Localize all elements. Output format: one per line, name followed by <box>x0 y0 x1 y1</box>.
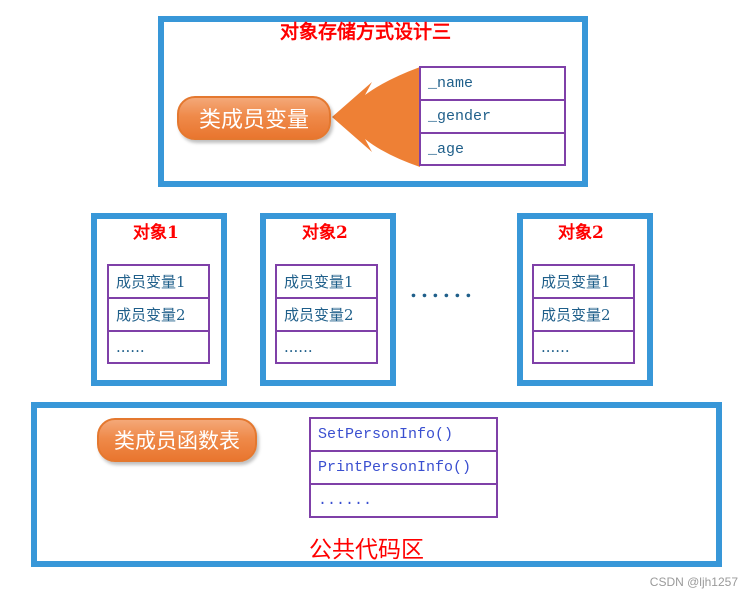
object-row: ...... <box>116 338 145 356</box>
object-row: 成员变量1 <box>109 266 208 299</box>
object-table-3: 成员变量1 成员变量2 ...... <box>532 264 635 364</box>
objects-ellipsis: ...... <box>410 278 476 302</box>
function-row: SetPersonInfo() <box>311 419 496 452</box>
object-table-1: 成员变量1 成员变量2 ...... <box>107 264 210 364</box>
object-row: 成员变量2 <box>109 299 208 332</box>
object-row: ...... <box>541 338 570 356</box>
member-row: _gender <box>421 101 564 134</box>
member-variables-label: 类成员变量 <box>177 96 331 140</box>
member-arrow-shape <box>332 67 420 167</box>
member-functions-label: 类成员函数表 <box>97 418 257 462</box>
watermark: CSDN @ljh1257 <box>649 575 738 589</box>
function-row: PrintPersonInfo() <box>311 452 496 485</box>
object-title-3: 对象2 <box>558 223 604 243</box>
object-row: 成员变量2 <box>534 299 633 332</box>
object-title-1: 对象1 <box>133 223 179 243</box>
object-row: ...... <box>284 338 313 356</box>
function-table: SetPersonInfo() PrintPersonInfo() ...... <box>309 417 498 518</box>
object-row: 成员变量1 <box>277 266 376 299</box>
public-code-caption: 公共代码区 <box>309 537 424 563</box>
object-table-2: 成员变量1 成员变量2 ...... <box>275 264 378 364</box>
member-table: _name _gender _age <box>419 66 566 166</box>
object-title-2: 对象2 <box>302 223 348 243</box>
member-row: _age <box>428 140 465 158</box>
function-row: ...... <box>318 492 373 509</box>
object-row: 成员变量1 <box>534 266 633 299</box>
member-row: _name <box>421 68 564 101</box>
object-row: 成员变量2 <box>277 299 376 332</box>
